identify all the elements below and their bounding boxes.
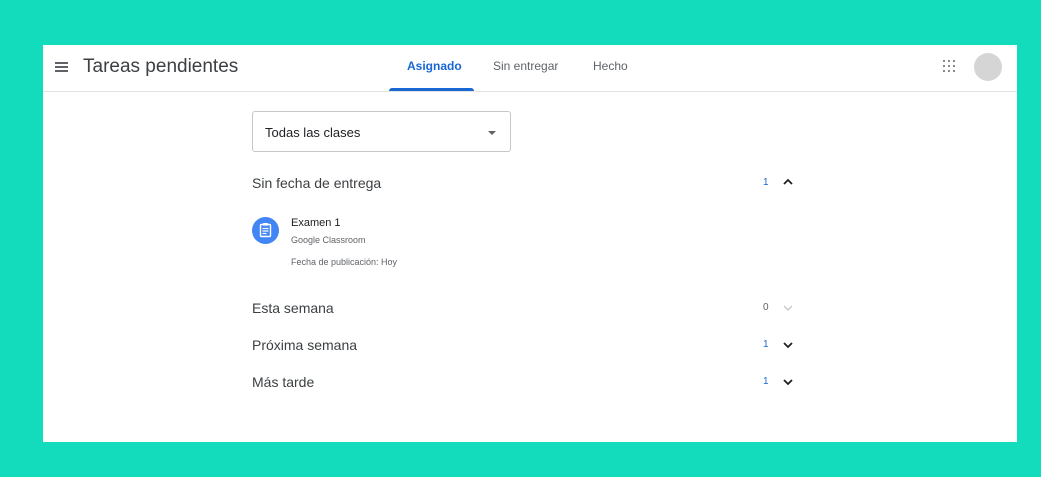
section-title-later[interactable]: Más tarde xyxy=(252,374,314,390)
chevron-down-icon[interactable] xyxy=(781,375,795,389)
assignment-icon xyxy=(252,217,279,244)
app-window: Tareas pendientes Asignado Sin entregar … xyxy=(43,45,1017,442)
section-count-no-due-date: 1 xyxy=(763,177,769,188)
avatar[interactable] xyxy=(974,53,1002,81)
chevron-up-icon[interactable] xyxy=(781,175,795,189)
section-title-this-week[interactable]: Esta semana xyxy=(252,300,334,316)
task-class-name: Google Classroom xyxy=(291,235,366,245)
dropdown-arrow-icon xyxy=(488,131,496,135)
task-title[interactable]: Examen 1 xyxy=(291,217,341,229)
tab-asignado[interactable]: Asignado xyxy=(407,59,462,73)
section-count-later: 1 xyxy=(763,376,769,387)
section-title-no-due-date[interactable]: Sin fecha de entrega xyxy=(252,175,381,191)
apps-grid-icon[interactable] xyxy=(943,60,955,72)
section-count-next-week: 1 xyxy=(763,339,769,350)
chevron-down-icon[interactable] xyxy=(781,301,795,315)
page-title: Tareas pendientes xyxy=(83,56,239,77)
section-title-next-week[interactable]: Próxima semana xyxy=(252,337,357,353)
task-posted-date: Fecha de publicación: Hoy xyxy=(291,257,398,267)
top-app-bar: Tareas pendientes Asignado Sin entregar … xyxy=(43,45,1017,92)
tab-hecho[interactable]: Hecho xyxy=(593,59,628,73)
menu-icon[interactable] xyxy=(53,58,71,76)
section-count-this-week: 0 xyxy=(763,302,769,313)
chevron-down-icon[interactable] xyxy=(781,338,795,352)
class-filter-value: Todas las clases xyxy=(265,125,361,140)
class-filter-dropdown[interactable]: Todas las clases xyxy=(252,111,511,152)
tab-sin-entregar[interactable]: Sin entregar xyxy=(493,59,558,73)
active-tab-indicator xyxy=(389,88,474,91)
